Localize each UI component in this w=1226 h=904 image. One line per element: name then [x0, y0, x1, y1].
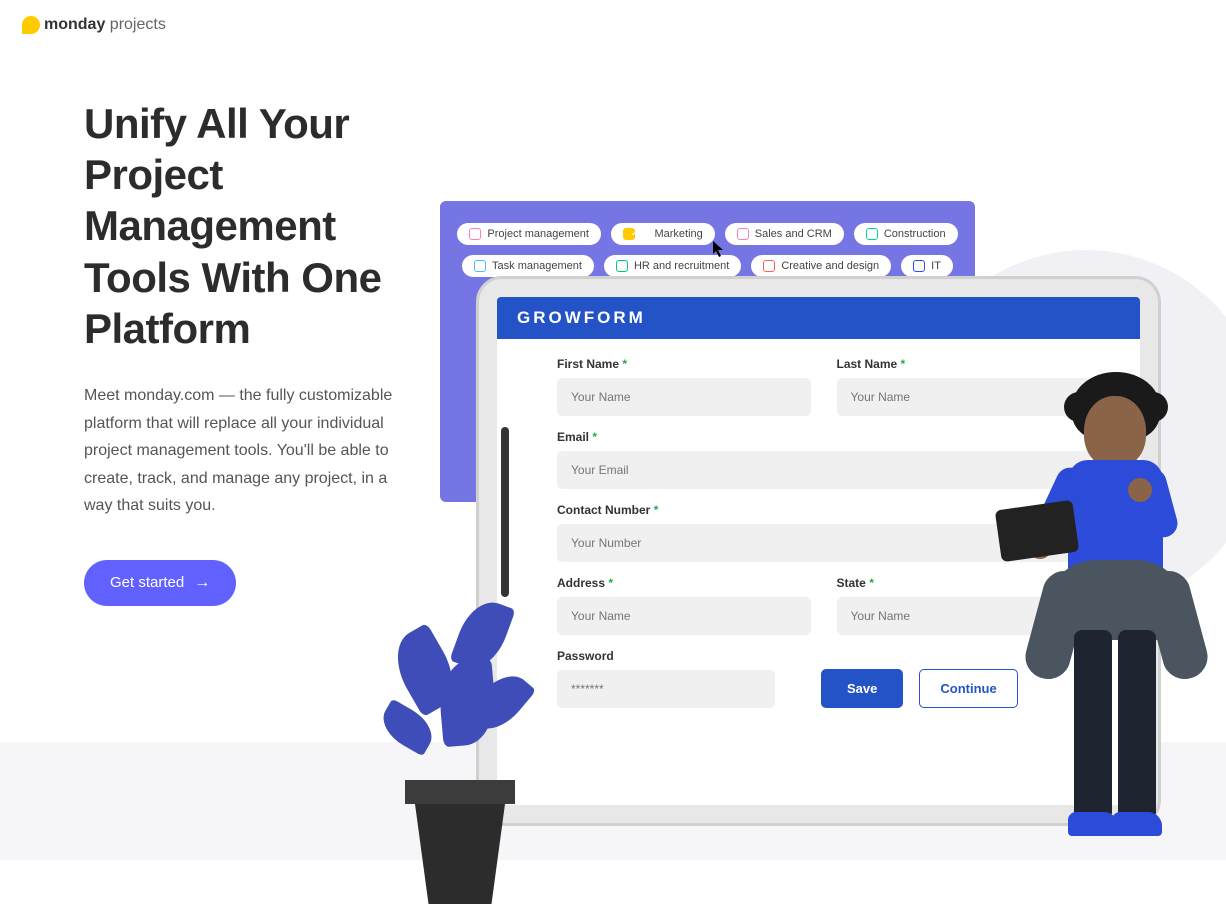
password-input[interactable]: [557, 670, 775, 708]
scrollbar[interactable]: [501, 427, 509, 597]
plant-illustration: [380, 580, 540, 904]
checkbox-icon: [763, 260, 775, 272]
tag-task-management[interactable]: Task management: [462, 255, 594, 277]
tag-sales-crm[interactable]: Sales and CRM: [725, 223, 844, 245]
arrow-right-icon: →: [194, 574, 210, 592]
address-input[interactable]: [557, 597, 811, 635]
save-button[interactable]: Save: [821, 669, 903, 708]
tag-hr[interactable]: HR and recruitment: [604, 255, 741, 277]
checkbox-icon: [737, 228, 749, 240]
tag-marketing[interactable]: ✓Marketing: [611, 223, 715, 245]
first-name-input[interactable]: [557, 378, 811, 416]
email-label: Email *: [557, 430, 1090, 444]
hero-body: Meet monday.com — the fully customizable…: [84, 382, 404, 520]
person-illustration: [1026, 360, 1206, 850]
checkbox-icon: [474, 260, 486, 272]
email-input[interactable]: [557, 451, 1090, 489]
password-label: Password: [557, 649, 775, 663]
cursor-icon: [712, 240, 726, 258]
headline: Unify All Your Project Management Tools …: [84, 98, 404, 354]
tag-project-management[interactable]: Project management: [457, 223, 601, 245]
checkbox-icon: [913, 260, 925, 272]
first-name-label: First Name *: [557, 357, 811, 371]
checkbox-icon: [866, 228, 878, 240]
cta-label: Get started: [110, 574, 184, 591]
logo[interactable]: monday projects: [22, 16, 166, 34]
monday-logo-icon: [22, 16, 40, 34]
get-started-button[interactable]: Get started →: [84, 560, 236, 606]
hero-section: Unify All Your Project Management Tools …: [84, 98, 404, 606]
continue-button[interactable]: Continue: [919, 669, 1017, 708]
logo-text: monday projects: [44, 16, 166, 34]
tag-it[interactable]: IT: [901, 255, 953, 277]
address-label: Address *: [557, 576, 811, 590]
tag-creative[interactable]: Creative and design: [751, 255, 891, 277]
checkbox-icon: [616, 260, 628, 272]
tag-construction[interactable]: Construction: [854, 223, 958, 245]
form-title: GROWFORM: [497, 297, 1140, 339]
held-tablet-icon: [995, 500, 1079, 562]
checkbox-icon: [469, 228, 481, 240]
